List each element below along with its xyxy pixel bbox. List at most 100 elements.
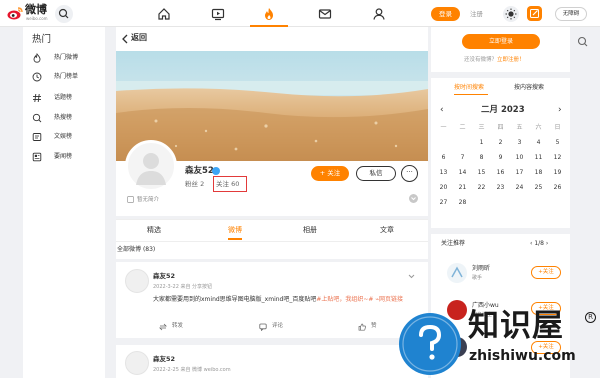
calendar-day[interactable]: 18 [529, 168, 548, 177]
calendar-prev-button[interactable]: ‹ [440, 104, 444, 116]
sidebar-item-topics[interactable]: 话题榜 [32, 91, 102, 105]
user-icon[interactable] [372, 7, 386, 21]
login-now-button[interactable]: 立即登录 [462, 34, 540, 49]
calendar-day[interactable]: 3 [510, 138, 529, 147]
calendar-day[interactable]: 13 [434, 168, 453, 177]
register-link[interactable]: 注册 [470, 8, 483, 20]
expand-button[interactable] [409, 194, 418, 203]
post-topic-link[interactable]: #上贴吧，我组织~# [316, 296, 373, 303]
calendar-day[interactable]: 15 [472, 168, 491, 177]
calendar-day[interactable]: 19 [548, 168, 567, 177]
chevron-left-icon[interactable] [121, 34, 129, 44]
pager-next-icon[interactable]: › [544, 240, 548, 247]
home-icon[interactable] [157, 7, 171, 21]
calendar-day[interactable]: 28 [453, 198, 472, 207]
recommend-pager[interactable]: ‹ 1/8 › [530, 239, 548, 248]
chevron-down-icon[interactable] [407, 272, 416, 281]
login-button[interactable]: 登录 [431, 7, 460, 21]
message-button[interactable]: 私信 [356, 166, 396, 181]
sidebar-item-hot-weibo[interactable]: 热门微博 [32, 51, 102, 65]
weibo-logo-icon[interactable] [7, 6, 23, 20]
calendar-day[interactable]: 9 [491, 153, 510, 162]
tab-album[interactable]: 相册 [303, 224, 317, 236]
calendar-day[interactable]: 12 [548, 153, 567, 162]
calendar-month: 二月 2023 [481, 105, 525, 115]
like-icon[interactable] [358, 323, 366, 331]
recommend-avatar[interactable] [447, 263, 467, 283]
search-button[interactable] [55, 5, 73, 23]
sidebar-item-label: 热搜榜 [54, 114, 73, 121]
calendar-day[interactable]: 11 [529, 153, 548, 162]
fans-count[interactable]: 粉丝 2 [185, 179, 204, 189]
pager-text: 1/8 [534, 240, 544, 247]
calendar-day[interactable]: 25 [529, 183, 548, 192]
profile-name: 森友52 [185, 166, 214, 176]
calendar-day[interactable]: 14 [453, 168, 472, 177]
post-meta: 2022-2-25 来自 微博 weibo.com [153, 367, 231, 373]
follow-button[interactable]: + 关注 [311, 166, 349, 181]
repost-icon[interactable] [159, 323, 167, 331]
side-search-button[interactable] [575, 34, 591, 50]
calendar-next-button[interactable]: › [558, 104, 562, 116]
calendar-day[interactable]: 4 [529, 138, 548, 147]
tab-search-by-time[interactable]: 按时间搜索 [454, 83, 484, 93]
post-author[interactable]: 森友52 [153, 272, 175, 281]
calendar-day[interactable]: 6 [434, 153, 453, 162]
post-web-link[interactable]: 网页链接 [379, 296, 403, 303]
calendar-weekday: 五 [516, 124, 523, 131]
calendar-day[interactable]: 22 [472, 183, 491, 192]
tab-articles[interactable]: 文章 [380, 224, 394, 236]
video-icon[interactable] [211, 7, 225, 21]
following-label: 关注 [216, 180, 229, 188]
post-author[interactable]: 森友52 [153, 355, 175, 364]
following-count[interactable]: 关注 60 [216, 179, 239, 189]
clock-icon [32, 72, 42, 82]
calendar-day[interactable]: 8 [472, 153, 491, 162]
topic-icon [33, 93, 41, 103]
calendar-day[interactable]: 24 [510, 183, 529, 192]
calendar-day[interactable]: 10 [510, 153, 529, 162]
all-weibo-count: 全部微博 (83) [117, 245, 155, 255]
sidebar-item-hot-list[interactable]: 热门榜单 [32, 70, 102, 84]
calendar-day[interactable]: 16 [491, 168, 510, 177]
recommend-name[interactable]: 刘雨昕 [472, 265, 490, 273]
calendar-day[interactable]: 26 [548, 183, 567, 192]
hot-icon[interactable] [262, 7, 276, 21]
accessibility-button[interactable]: 无障碍 [555, 7, 587, 21]
calendar-day[interactable]: 5 [548, 138, 567, 147]
tab-featured[interactable]: 精选 [147, 224, 161, 236]
post-avatar[interactable] [125, 351, 149, 375]
logo-text[interactable]: 微博 [25, 4, 47, 15]
post-avatar[interactable] [125, 269, 149, 293]
calendar-day[interactable]: 23 [491, 183, 510, 192]
more-button[interactable]: ··· [401, 165, 418, 182]
recommend-follow-button[interactable]: +关注 [531, 266, 561, 279]
tab-search-by-content[interactable]: 按内容搜索 [514, 83, 544, 93]
calendar-day[interactable]: 20 [434, 183, 453, 192]
calendar-day[interactable]: 7 [453, 153, 472, 162]
tab-weibo[interactable]: 微博 [228, 224, 242, 236]
calendar-day[interactable]: 2 [491, 138, 510, 147]
calendar-grid: 一二三四五六日 1 2 3 4 5 6 7 8 9 10 11 12 13 14 15 16 17 18 19 20 21… [434, 123, 568, 223]
comment-icon[interactable] [259, 323, 267, 331]
back-button[interactable]: 返回 [131, 32, 147, 44]
sidebar-item-news[interactable]: 要闻榜 [32, 150, 102, 164]
search-icon [577, 36, 588, 47]
repost-button[interactable]: 转发 [172, 322, 183, 331]
post-text: 大家都需要用到的xmind思维导图电脑版_xmind吧_百度贴吧#上贴吧，我组织… [153, 295, 418, 305]
avatar[interactable] [125, 140, 177, 192]
calendar-day[interactable]: 17 [510, 168, 529, 177]
theme-toggle-button[interactable] [503, 6, 519, 22]
sidebar-item-entertainment[interactable]: 文娱榜 [32, 130, 102, 144]
calendar-day[interactable]: 21 [453, 183, 472, 192]
sidebar-item-hot-search[interactable]: 热搜榜 [32, 111, 102, 125]
calendar-day[interactable]: 1 [472, 138, 491, 147]
mail-icon[interactable] [318, 7, 332, 21]
compose-button[interactable] [527, 6, 542, 21]
like-button[interactable]: 赞 [371, 322, 377, 331]
post-text-body: 大家都需要用到的xmind思维导图电脑版_xmind吧_百度贴吧 [153, 296, 317, 303]
calendar-day[interactable]: 27 [434, 198, 453, 207]
following-number: 60 [231, 180, 240, 188]
comment-button[interactable]: 评论 [272, 322, 283, 331]
register-now-link[interactable]: 立即注册！ [497, 57, 525, 63]
